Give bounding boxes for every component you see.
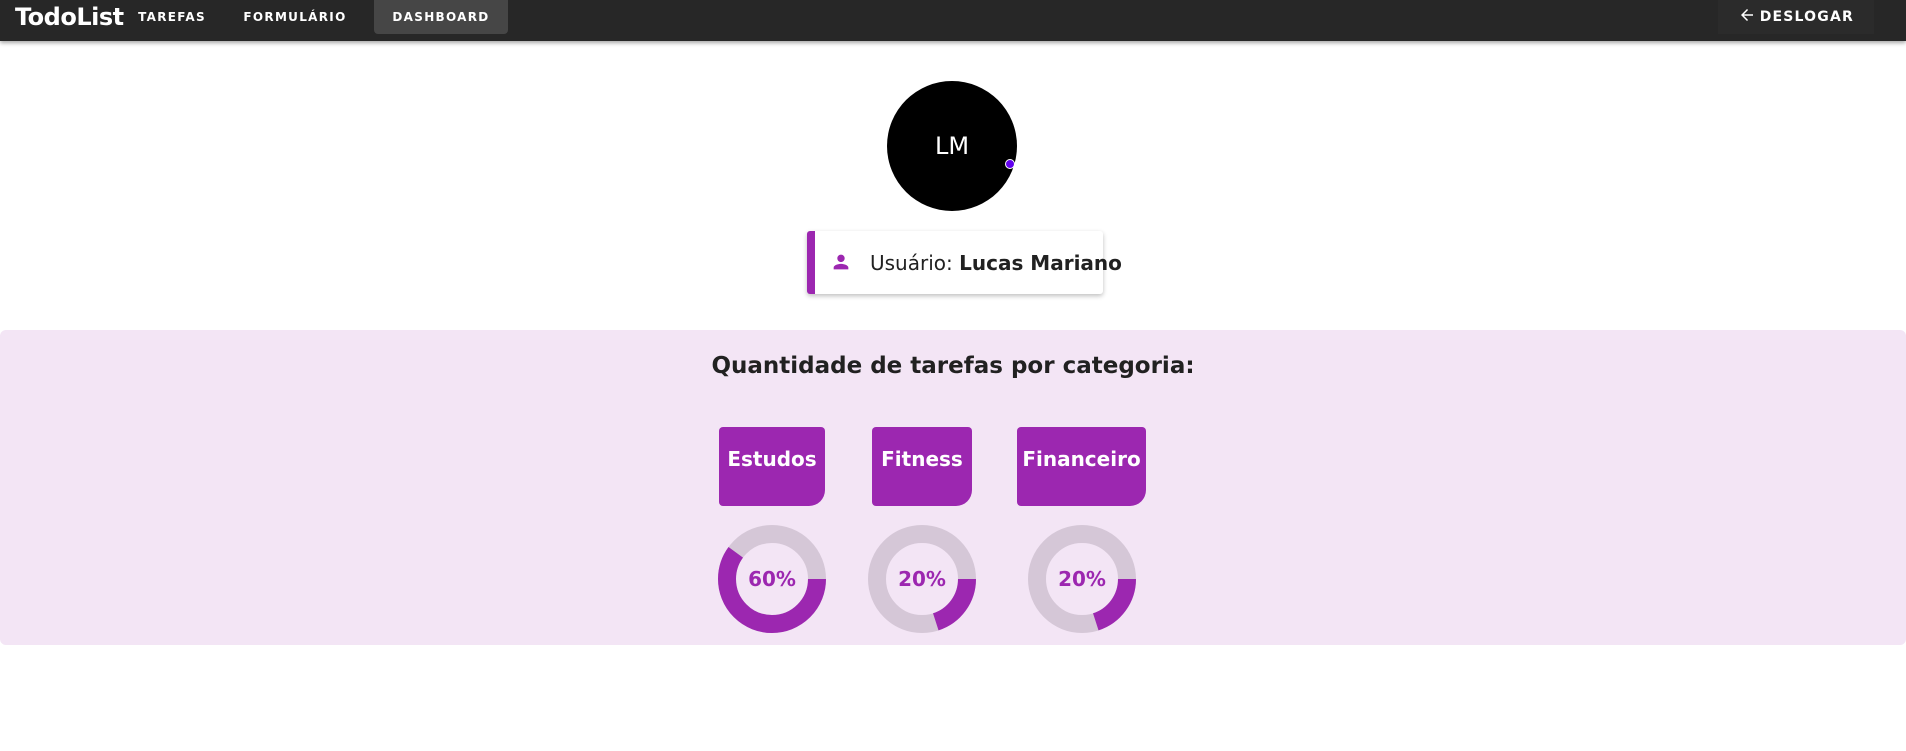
category-button-estudos[interactable]: Estudos — [719, 427, 825, 506]
logout-button[interactable]: DESLOGAR — [1717, 0, 1874, 34]
avatar-status-dot — [1005, 159, 1015, 169]
donut-percent-estudos: 60% — [748, 567, 796, 591]
user-label: Usuário: Lucas Mariano — [870, 251, 1122, 275]
category-button-fitness[interactable]: Fitness — [872, 427, 972, 506]
app-title: TodoList — [15, 3, 124, 31]
logout-label: DESLOGAR — [1759, 9, 1854, 25]
donut-percent-financeiro: 20% — [1058, 567, 1106, 591]
category-panel: Quantidade de tarefas por categoria: Est… — [0, 330, 1906, 645]
user-label-prefix: Usuário: — [870, 251, 953, 275]
panel-title: Quantidade de tarefas por categoria: — [711, 353, 1195, 379]
tab-formulario[interactable]: FORMULÁRIO — [234, 0, 356, 34]
top-app-bar: TodoList TAREFAS FORMULÁRIO DASHBOARD DE… — [0, 0, 1906, 41]
tab-dashboard[interactable]: DASHBOARD — [374, 0, 508, 34]
user-name: Lucas Mariano — [959, 251, 1122, 275]
avatar: LM — [887, 81, 1017, 211]
donut-percent-fitness: 20% — [898, 567, 946, 591]
arrow-left-icon — [1740, 9, 1753, 21]
donut-chart-financeiro: 20% — [1028, 525, 1136, 633]
tab-tarefas[interactable]: TAREFAS — [124, 0, 220, 34]
person-icon — [833, 254, 849, 270]
user-card: Usuário: Lucas Mariano — [807, 231, 1122, 294]
donut-chart-estudos: 60% — [718, 525, 826, 633]
donut-chart-fitness: 20% — [868, 525, 976, 633]
category-button-financeiro[interactable]: Financeiro — [1017, 427, 1146, 506]
